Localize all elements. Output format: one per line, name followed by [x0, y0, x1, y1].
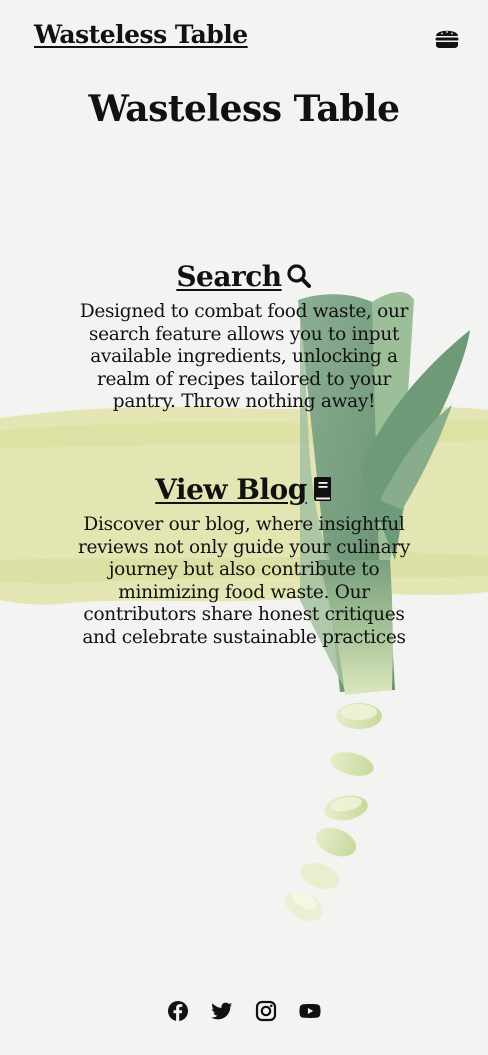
youtube-link[interactable]: [299, 1000, 321, 1022]
twitter-icon: [211, 1002, 233, 1020]
youtube-icon: [299, 1004, 321, 1018]
navbar-toggle-button[interactable]: [434, 26, 460, 50]
search-link[interactable]: Search: [176, 260, 311, 293]
facebook-link[interactable]: [167, 1000, 189, 1022]
view-blog-link-label: View Blog: [155, 473, 307, 506]
navbar: Wasteless Table: [0, 0, 488, 76]
instagram-icon: [255, 1000, 277, 1022]
search-description: Designed to combat food waste, our searc…: [79, 301, 409, 412]
search-link-label: Search: [176, 260, 282, 293]
page-title: Wasteless Table: [88, 88, 401, 130]
search-section: Search Designed to combat food waste, ou…: [74, 260, 414, 414]
blog-section: View Blog Discover our blog, where insig…: [74, 473, 414, 649]
social-links: [0, 1000, 488, 1022]
burger-icon: [435, 30, 459, 48]
twitter-link[interactable]: [211, 1000, 233, 1022]
book-icon: [313, 477, 331, 501]
instagram-link[interactable]: [255, 1000, 277, 1022]
view-blog-link[interactable]: View Blog: [155, 473, 333, 506]
facebook-icon: [168, 1001, 188, 1021]
search-icon: [287, 264, 311, 288]
brand-link[interactable]: Wasteless Table: [34, 20, 248, 49]
blog-description: Discover our blog, where insightful revi…: [77, 514, 411, 648]
